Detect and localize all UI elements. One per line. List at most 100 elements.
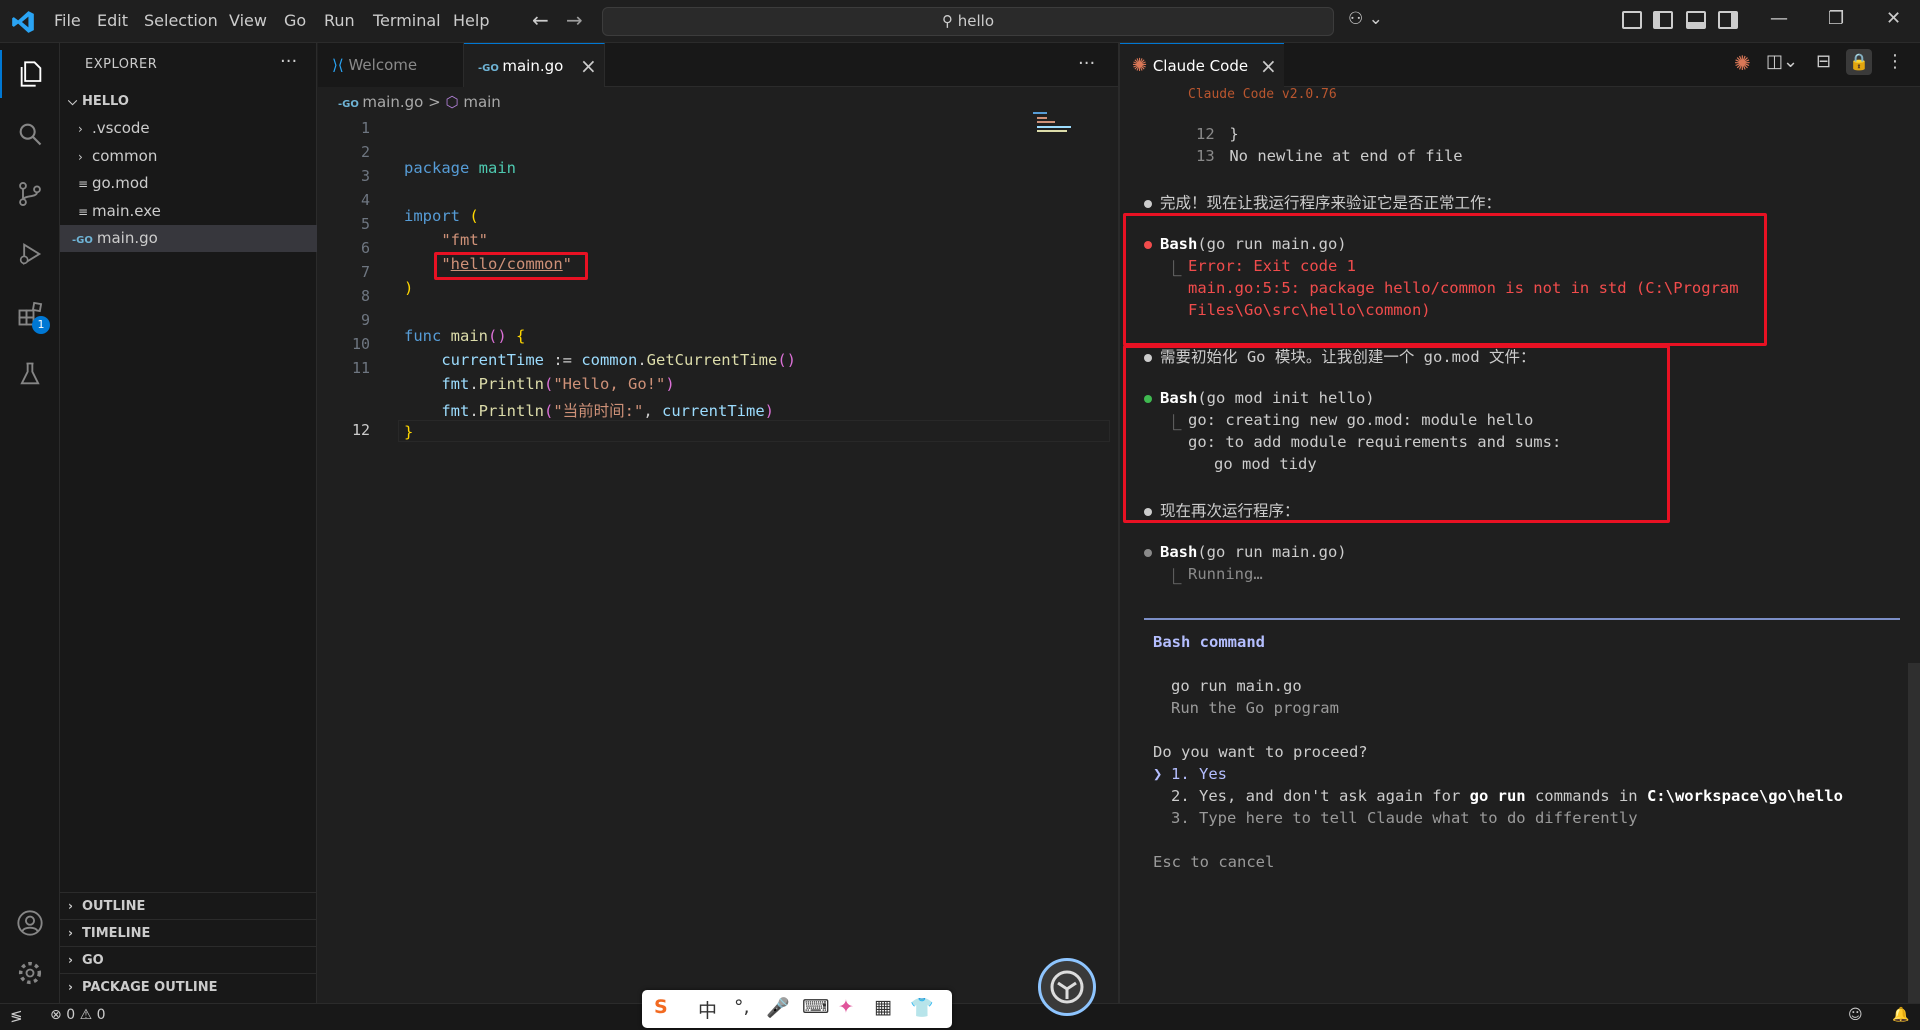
code-line-3[interactable]: import ( (404, 207, 479, 225)
copilot-icon[interactable]: ⚇ ⌄ (1348, 9, 1383, 29)
tree-mark: ⎿ (1166, 568, 1182, 586)
menu-edit[interactable]: Edit (97, 11, 128, 30)
section-go[interactable]: › GO (60, 946, 317, 973)
problems-indicator[interactable]: ⊗ 0 ⚠ 0 (50, 1007, 106, 1023)
scrollbar-thumb[interactable] (1908, 663, 1920, 1003)
section-timeline[interactable]: › TIMELINE (60, 919, 317, 946)
tab-main-go[interactable]: -GO main.go × (464, 43, 605, 87)
tree-item-common[interactable]: › common (60, 143, 317, 170)
more-actions-icon[interactable]: ⋮ (1886, 51, 1904, 72)
editor-more-actions-icon[interactable]: ··· (1078, 53, 1095, 74)
token-package: fmt (441, 375, 470, 393)
section-outline[interactable]: › OUTLINE (60, 892, 317, 919)
forward-arrow-icon[interactable]: → (566, 8, 583, 32)
activity-explorer[interactable] (0, 50, 60, 98)
claude-code-panel: ✺ Claude Code × ✺ ◫⌄ ⊟ 🔒 ⋮ Claude Code v… (1120, 43, 1920, 1003)
assistant-message: 完成！现在让我运行程序来验证它是否正常工作： (1144, 191, 1501, 213)
activity-testing[interactable] (0, 350, 60, 398)
back-arrow-icon[interactable]: ← (532, 8, 549, 32)
menu-go[interactable]: Go (284, 11, 306, 30)
restore-icon[interactable]: ❐ (1828, 8, 1844, 29)
activity-bar: 1 (0, 43, 60, 1003)
activity-manage[interactable] (0, 949, 60, 997)
keyboard-icon[interactable]: ⌨ (802, 996, 829, 1018)
tree-item-vscode[interactable]: › .vscode (60, 115, 317, 142)
token-string: "fmt" (441, 231, 488, 249)
menu-file[interactable]: File (54, 11, 81, 30)
command-center[interactable]: ⚲ hello (602, 7, 1334, 36)
activity-search[interactable] (0, 110, 60, 158)
tab-welcome[interactable]: ⟩⟨ Welcome (318, 43, 464, 87)
section-package-outline[interactable]: › PACKAGE OUTLINE (60, 973, 317, 1000)
tab-close-icon[interactable]: × (580, 44, 597, 88)
line-number: 8 (360, 287, 370, 305)
activity-extensions[interactable]: 1 (0, 290, 60, 338)
line-number: 6 (360, 239, 370, 257)
account-icon (17, 910, 43, 936)
activity-accounts[interactable] (0, 899, 60, 947)
code-line-12[interactable]: } (404, 423, 413, 441)
code-line-10[interactable]: fmt.Println("Hello, Go!") (404, 375, 674, 393)
microphone-icon[interactable]: 🎤 (766, 996, 790, 1019)
workspace-root[interactable]: ⌵ HELLO (60, 88, 317, 115)
customize-layout-icon[interactable] (1622, 11, 1642, 29)
menu-view[interactable]: View (229, 11, 267, 30)
activity-run-debug[interactable] (0, 230, 60, 278)
claude-tab-bar: ✺ Claude Code × ✺ ◫⌄ ⊟ 🔒 ⋮ (1120, 43, 1920, 87)
tab-claude-code[interactable]: ✺ Claude Code × (1120, 43, 1284, 87)
menu-selection[interactable]: Selection (144, 11, 218, 30)
ime-punctuation-icon[interactable]: °, (734, 996, 750, 1018)
option-tell-claude[interactable]: 3. Type here to tell Claude what to do d… (1171, 809, 1638, 827)
token-package: common (581, 351, 638, 369)
tree-item-main-exe[interactable]: ≡ main.exe (60, 198, 317, 225)
option-yes[interactable]: 1. Yes (1171, 765, 1227, 783)
breadcrumb-separator: > (428, 93, 441, 111)
code-line-8[interactable]: func main() { (404, 327, 525, 345)
toggle-layout-icon[interactable]: ⊟ (1816, 51, 1831, 72)
sogou-logo-icon[interactable]: S (654, 996, 668, 1018)
menu-help[interactable]: Help (453, 11, 489, 30)
remote-icon[interactable]: ≶ (10, 1007, 23, 1025)
ime-chinese-toggle[interactable]: 中 (698, 996, 717, 1023)
floating-assistant-button[interactable] (1038, 958, 1096, 1016)
option-text-bold: go run (1469, 787, 1526, 805)
toggle-panel-icon[interactable] (1686, 11, 1706, 29)
skin-icon[interactable]: ✦ (838, 996, 854, 1018)
notifications-bell-icon[interactable]: 🔔 (1892, 1007, 1909, 1023)
split-editor-icon[interactable]: ◫⌄ (1766, 51, 1798, 72)
copilot-status-icon[interactable]: ☺ (1848, 1007, 1863, 1023)
code-line-9[interactable]: currentTime := common.GetCurrentTime() (404, 351, 796, 369)
code-line-4[interactable]: "fmt" (404, 231, 488, 249)
tree-item-main-go[interactable]: -GO main.go (60, 225, 317, 252)
tab-close-icon[interactable]: × (1260, 44, 1277, 88)
activity-source-control[interactable] (0, 170, 60, 218)
breadcrumb-file[interactable]: main.go (362, 93, 423, 111)
option-text: commands in (1525, 787, 1647, 805)
minimap[interactable] (1033, 110, 1078, 140)
menu-run[interactable]: Run (324, 11, 355, 30)
token-variable: currentTime (441, 351, 544, 369)
lock-icon[interactable]: 🔒 (1846, 49, 1872, 75)
option-yes-always[interactable]: 2. Yes, and don't ask again for go run c… (1171, 787, 1843, 805)
clothes-icon[interactable]: 👕 (910, 996, 934, 1019)
menu-terminal[interactable]: Terminal (373, 11, 441, 30)
status-bar: ≶ ⊗ 0 ⚠ 0 ☺ 🔔 (0, 1003, 1920, 1030)
toggle-secondary-sidebar-icon[interactable] (1718, 11, 1738, 29)
highlight-box-import (434, 252, 588, 280)
tree-item-go-mod[interactable]: ≡ go.mod (60, 170, 317, 197)
toggle-sidebar-icon[interactable] (1653, 11, 1673, 29)
token-function: Println (478, 402, 544, 420)
claude-spark-icon[interactable]: ✺ (1734, 51, 1751, 75)
breadcrumb-symbol[interactable]: main (463, 93, 500, 111)
code-line-6[interactable]: ) (404, 279, 413, 297)
code-line-11[interactable]: fmt.Println("当前时间:", currentTime) (404, 399, 774, 421)
minimize-icon[interactable]: — (1770, 8, 1788, 29)
more-actions-icon[interactable]: ··· (280, 51, 297, 72)
title-bar: File Edit Selection View Go Run Terminal… (0, 0, 1920, 43)
code-line-1[interactable]: package main (404, 159, 516, 177)
claude-header-partial: Claude Code v2.0.76 (1188, 87, 1337, 99)
close-window-icon[interactable]: ✕ (1886, 8, 1901, 29)
highlight-box-error (1123, 213, 1767, 346)
token-dot: . (469, 375, 479, 393)
toolbox-grid-icon[interactable]: ▦ (874, 996, 892, 1018)
